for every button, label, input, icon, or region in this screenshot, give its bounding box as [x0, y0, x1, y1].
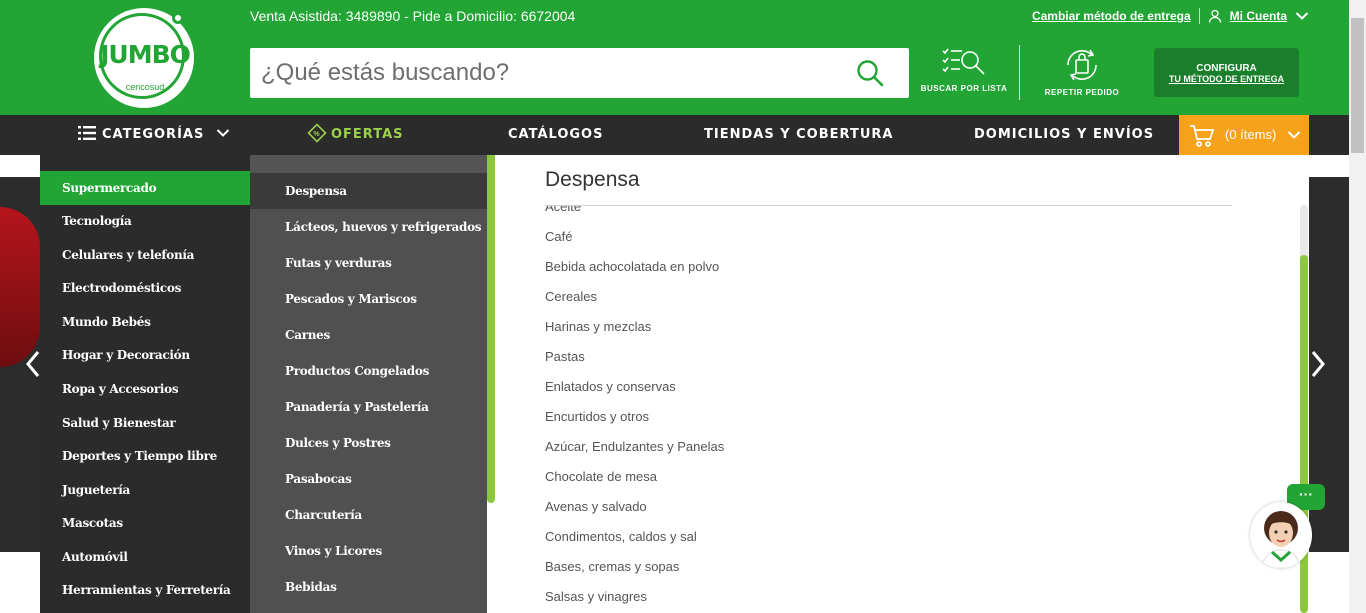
panel-item[interactable]: Café	[545, 229, 572, 244]
menu-icon	[78, 126, 96, 140]
carousel-prev-icon[interactable]	[25, 350, 41, 378]
config-line1: CONFIGURA	[1196, 63, 1257, 74]
carousel-next-icon[interactable]	[1310, 350, 1326, 378]
list-search-icon	[942, 48, 985, 75]
divider	[1198, 8, 1200, 24]
offers-label: OFERTAS	[331, 127, 404, 142]
header-divider	[1019, 45, 1020, 100]
subcategory-item[interactable]: Futas y verduras	[250, 245, 487, 281]
panel-item[interactable]: Azúcar, Endulzantes y Panelas	[545, 439, 724, 454]
subcategory-item[interactable]: Pasabocas	[250, 461, 487, 497]
subcategory-item[interactable]: Productos Congelados	[250, 353, 487, 389]
panel-item[interactable]: Bebida achocolatada en polvo	[545, 259, 719, 274]
category-item[interactable]: Hogar y Decoración	[40, 338, 250, 372]
assistant-avatar-icon	[1261, 511, 1301, 568]
categories-label: CATEGORÍAS	[102, 127, 205, 142]
panel-item[interactable]: Pastas	[545, 349, 585, 364]
stores-link[interactable]: TIENDAS Y COBERTURA	[704, 115, 893, 155]
panel-item[interactable]: Condimentos, caldos y sal	[545, 529, 697, 544]
categories-menu-button[interactable]: CATEGORÍAS	[78, 115, 230, 155]
search-box[interactable]: ¿Qué estás buscando?	[250, 48, 909, 98]
subcategory-item[interactable]: Despensa	[250, 173, 487, 209]
logo-dot	[172, 12, 184, 24]
cart-button[interactable]: (0 ítems)	[1179, 115, 1309, 155]
subcategory-item[interactable]: Charcutería	[250, 497, 487, 533]
category-item[interactable]: Mundo Bebés	[40, 305, 250, 339]
subcategory-item[interactable]: Pescados y Mariscos	[250, 281, 487, 317]
page-scrollbar-thumb[interactable]	[1351, 18, 1364, 153]
subcategories-scrollbar[interactable]	[487, 155, 495, 503]
category-item[interactable]: Tecnología	[40, 204, 250, 238]
category-item[interactable]: Automóvil	[40, 540, 250, 574]
list-search-button[interactable]: BUSCAR POR LISTA	[918, 46, 1010, 93]
category-item[interactable]: Mascotas	[40, 506, 250, 540]
hero-decoration	[0, 207, 40, 367]
panel-title: Despensa	[545, 168, 640, 191]
panel-item[interactable]: Harinas y mezclas	[545, 319, 651, 334]
repeat-order-label: REPETIR PEDIDO	[1044, 88, 1120, 97]
panel-item[interactable]: Avenas y salvado	[545, 499, 647, 514]
chevron-down-icon	[216, 129, 230, 137]
offer-tag-icon: %	[307, 123, 327, 143]
category-item[interactable]: Celulares y telefonía	[40, 238, 250, 272]
subcategory-item[interactable]: Vinos y Licores	[250, 533, 487, 569]
chevron-down-icon	[1287, 131, 1301, 139]
subcategories-header	[250, 155, 487, 173]
logo-subtext: cencosud	[125, 82, 165, 92]
category-item[interactable]: Juguetería	[40, 473, 250, 507]
subcategory-item[interactable]: Bebidas	[250, 569, 487, 605]
repeat-order-icon	[1067, 49, 1097, 81]
category-item[interactable]: Ropa y Accesorios	[40, 372, 250, 406]
panel-item[interactable]: Salsas y vinagres	[545, 589, 647, 604]
cart-icon	[1190, 125, 1215, 147]
subcategory-item[interactable]: Panadería y Pastelería	[250, 389, 487, 425]
configure-delivery-button[interactable]: CONFIGURA TU MÉTODO DE ENTREGA	[1154, 48, 1299, 97]
category-item[interactable]: Electrodomésticos	[40, 271, 250, 305]
cart-count: (0 ítems)	[1225, 127, 1277, 142]
panel-item[interactable]: Aceite	[545, 206, 581, 214]
chevron-down-icon[interactable]	[1295, 11, 1309, 21]
search-input[interactable]: ¿Qué estás buscando?	[261, 59, 509, 87]
panel-item[interactable]: Encurtidos y otros	[545, 409, 649, 424]
top-links: Cambiar método de entrega Mi Cuenta	[1032, 8, 1309, 24]
delivery-link[interactable]: DOMICILIOS Y ENVÍOS	[974, 115, 1154, 155]
panel-item[interactable]: Bases, cremas y sopas	[545, 559, 679, 574]
chat-avatar[interactable]	[1250, 502, 1312, 568]
list-search-label: BUSCAR POR LISTA	[920, 84, 1008, 93]
panel-item[interactable]: Cereales	[545, 289, 597, 304]
account-link[interactable]: Mi Cuenta	[1230, 9, 1287, 23]
panel-item-list: Aceite Café Bebida achocolatada en polvo…	[495, 206, 1300, 613]
catalogs-link[interactable]: CATÁLOGOS	[508, 115, 603, 155]
repeat-order-button[interactable]: REPETIR PEDIDO	[1036, 46, 1128, 97]
subcategory-item[interactable]: Dulces y Postres	[250, 425, 487, 461]
logo-text: JUMBO	[100, 40, 191, 69]
category-item[interactable]: Herramientas y Ferretería	[40, 573, 250, 607]
change-delivery-link[interactable]: Cambiar método de entrega	[1032, 9, 1191, 23]
svg-text:%: %	[313, 131, 320, 138]
category-item[interactable]: Supermercado	[40, 171, 250, 205]
subcategory-item[interactable]: Carnes	[250, 317, 487, 353]
category-item[interactable]: Salud y Bienestar	[40, 406, 250, 440]
panel-item[interactable]: Enlatados y conservas	[545, 379, 676, 394]
category-item[interactable]: Deportes y Tiempo libre	[40, 439, 250, 473]
subcategory-item[interactable]: Lácteos, huevos y refrigerados	[250, 209, 487, 245]
offers-link[interactable]: % OFERTAS	[307, 115, 404, 155]
user-icon[interactable]	[1208, 9, 1222, 23]
contact-info: Venta Asistida: 3489890 - Pide a Domicil…	[250, 8, 576, 24]
config-line2: TU MÉTODO DE ENTREGA	[1168, 74, 1285, 84]
search-icon[interactable]	[855, 58, 885, 88]
panel-item[interactable]: Chocolate de mesa	[545, 469, 657, 484]
